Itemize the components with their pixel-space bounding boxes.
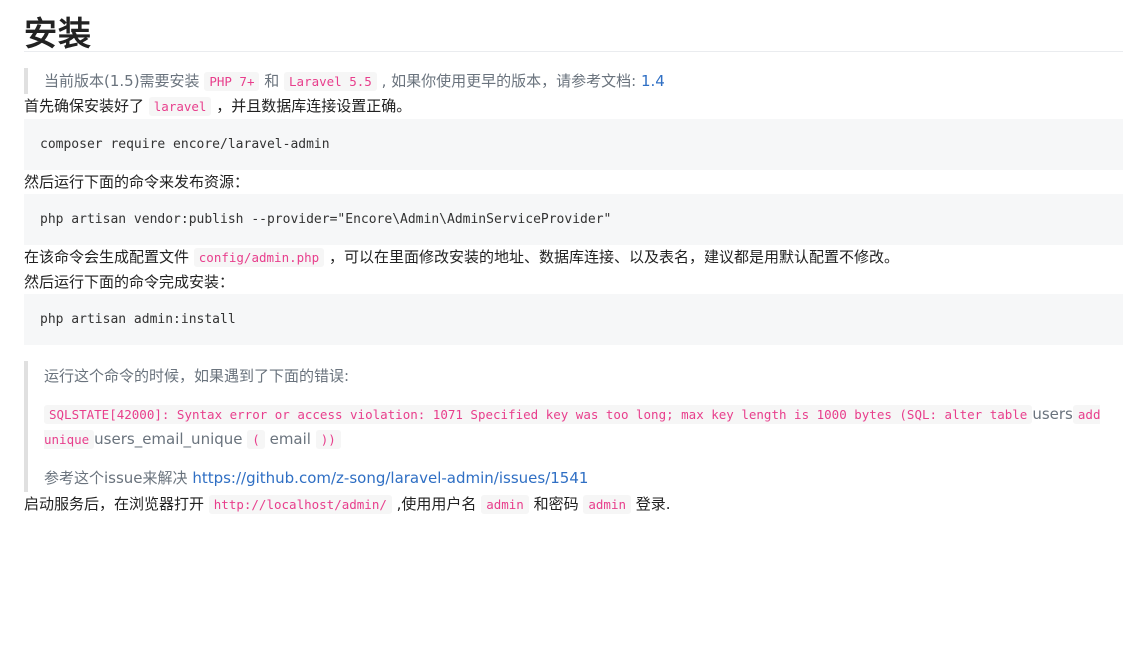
error-code-part-4: )) — [315, 430, 341, 449]
error-text-users: users — [1032, 405, 1073, 423]
version-note-text-and: 和 — [259, 72, 285, 90]
prerequisite-text-before: 首先确保安装好了 — [24, 97, 149, 115]
error-note-intro: 运行这个命令的时候，如果遇到了下面的错误: — [44, 367, 350, 385]
login-text-4: 登录. — [631, 495, 671, 513]
password-code: admin — [583, 495, 632, 514]
version-note-text-before: 当前版本(1.5)需要安装 — [44, 72, 205, 90]
laravel-version-code: Laravel 5.5 — [284, 72, 377, 91]
page-title: 安装 — [24, 0, 1123, 53]
username-code: admin — [481, 495, 529, 514]
github-issue-link[interactable]: https://github.com/z-song/laravel-admin/… — [192, 469, 588, 487]
config-text-after: ，可以在里面修改安装的地址、数据库连接、以及表名，建议都是用默认配置不修改。 — [324, 248, 899, 266]
login-paragraph: 启动服务后，在浏览器打开 http://localhost/admin/ ,使用… — [24, 492, 1123, 517]
error-code-part-3: ( — [247, 430, 265, 449]
error-text-email: email — [269, 430, 311, 448]
login-text-3: 和密码 — [528, 495, 584, 513]
version-note-text-after: , 如果你使用更早的版本，请参考文档: — [376, 72, 641, 90]
prerequisite-paragraph: 首先确保安装好了 laravel ，并且数据库连接设置正确。 — [24, 94, 1123, 119]
php-version-code: PHP 7+ — [204, 72, 260, 91]
prerequisite-text-after: ，并且数据库连接设置正确。 — [211, 97, 412, 115]
issue-reference-text: 参考这个issue来解决 — [44, 469, 193, 487]
error-code-part-1: SQLSTATE[42000]: Syntax error or access … — [44, 405, 1033, 424]
error-message: SQLSTATE[42000]: Syntax error or access … — [44, 402, 1123, 452]
version-note: 当前版本(1.5)需要安装 PHP 7+ 和 Laravel 5.5 , 如果你… — [24, 68, 1123, 94]
composer-require-code-block: composer require encore/laravel-admin — [24, 119, 1123, 170]
config-file-code: config/admin.php — [193, 248, 325, 267]
publish-paragraph: 然后运行下面的命令来发布资源： — [24, 173, 250, 191]
install-paragraph: 然后运行下面的命令完成安装： — [24, 273, 235, 291]
doc-page: 安装 当前版本(1.5)需要安装 PHP 7+ 和 Laravel 5.5 , … — [0, 0, 1123, 517]
issue-reference: 参考这个issue来解决 https://github.com/z-song/l… — [44, 466, 1123, 490]
docs-version-link[interactable]: 1.4 — [641, 72, 665, 90]
config-text-before: 在该命令会生成配置文件 — [24, 248, 194, 266]
admin-url-code: http://localhost/admin/ — [208, 495, 392, 514]
error-text-index: users_email_unique — [94, 430, 243, 448]
login-text-2: ,使用用户名 — [391, 495, 482, 513]
login-text-1: 启动服务后，在浏览器打开 — [24, 495, 209, 513]
laravel-code: laravel — [148, 97, 212, 116]
error-note: 运行这个命令的时候，如果遇到了下面的错误: SQLSTATE[42000]: S… — [24, 361, 1123, 492]
admin-install-code-block: php artisan admin:install — [24, 294, 1123, 345]
vendor-publish-code-block: php artisan vendor:publish --provider="E… — [24, 194, 1123, 245]
config-paragraph: 在该命令会生成配置文件 config/admin.php ，可以在里面修改安装的… — [24, 245, 1123, 270]
